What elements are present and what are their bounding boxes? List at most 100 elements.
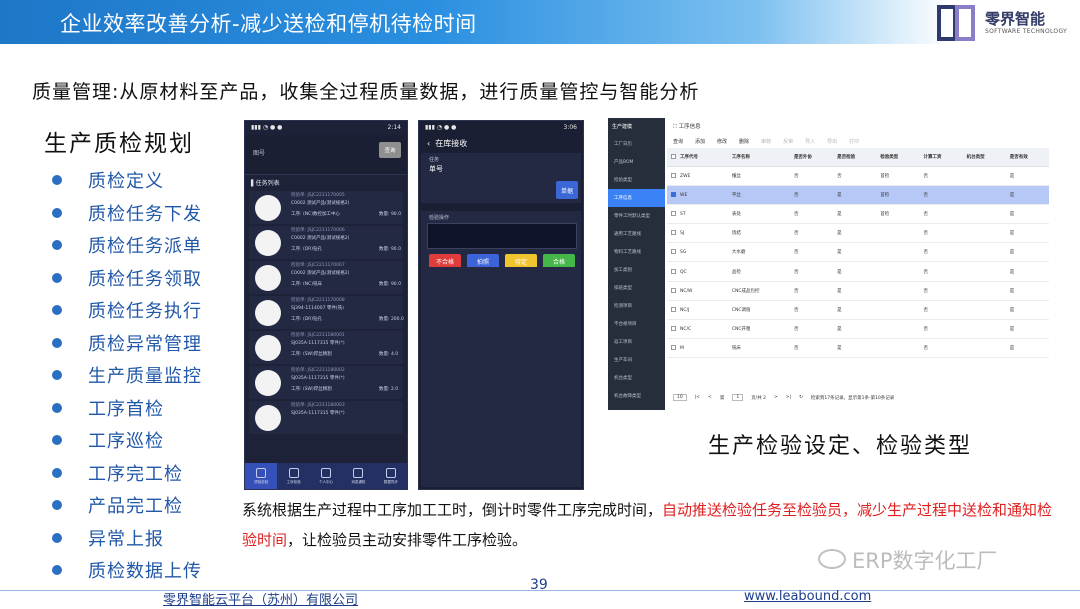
sidebar-item[interactable]: 机台故障类型 — [608, 387, 665, 405]
feature-item: 质检定义 — [52, 164, 202, 197]
table-cell — [876, 281, 920, 301]
table-row[interactable]: NC/C CNC开粗 否 是 否 是 — [667, 319, 1049, 340]
toolbar-button[interactable]: 添加 — [695, 138, 705, 145]
next-page-icon[interactable]: > — [774, 395, 778, 400]
table-cell: CNC开粗 — [727, 319, 790, 340]
table-row[interactable]: ST 表处 否 是 首检 否 是 — [667, 204, 1049, 225]
inspection-input[interactable] — [427, 223, 577, 249]
table-cell: 是 — [1005, 166, 1049, 186]
query-button[interactable]: 查询 — [379, 142, 401, 158]
row-checkbox[interactable] — [671, 230, 676, 236]
sidebar-item[interactable]: 检验类型 — [608, 171, 665, 189]
table-cell — [962, 185, 1006, 205]
select-all-checkbox[interactable] — [671, 153, 676, 159]
row-checkbox[interactable] — [671, 306, 676, 312]
inspection-panel: 检验操作 不合格 拍照 待定 合格 — [421, 211, 581, 271]
sidebar-item[interactable]: 产品BOM — [608, 153, 665, 171]
sidebar-item[interactable]: 排班类型 — [608, 279, 665, 297]
web-process-info-screenshot: 生产建模 工厂日历 产品BOM 检验类型 工序信息 零件工时默认类型 通用工艺路线 物料工艺… — [608, 118, 1049, 410]
sidebar-item[interactable]: 生产车间 — [608, 351, 665, 369]
toolbar-button[interactable]: 打印 — [849, 138, 859, 145]
back-chevron-icon[interactable]: ‹ — [427, 139, 430, 148]
cell-value: CNC调值 — [731, 307, 751, 313]
row-checkbox[interactable] — [671, 326, 676, 332]
feature-label: 质检任务下发 — [88, 203, 202, 225]
cell-value: 是 — [1009, 231, 1015, 237]
task-card[interactable]: 检验单: JSJC2211170008 SJ394-1114007 零件(铣) 工序… — [249, 296, 404, 329]
row-checkbox[interactable] — [671, 249, 676, 255]
table-row[interactable]: NC/J CNC调值 否 是 否 是 — [667, 300, 1049, 321]
table-row[interactable]: QC 品检 否 是 否 是 — [667, 261, 1049, 282]
footer-url[interactable]: www.leabound.com — [744, 589, 871, 604]
row-checkbox[interactable] — [671, 268, 676, 274]
toolbar-button[interactable]: 审核 — [761, 138, 771, 145]
task-card[interactable]: 检验单: JSJC2211180003 SJ035A-1117315 零件(*) — [249, 401, 403, 434]
page-size-select[interactable]: 10 — [673, 394, 687, 401]
table-row[interactable]: SG 大水磨 否 是 否 是 — [667, 242, 1049, 263]
footer-company[interactable]: 零界智能云平台（苏州）有限公司 — [163, 589, 358, 608]
prev-page-icon[interactable]: < — [708, 395, 712, 400]
toolbar-button[interactable]: 删除 — [739, 138, 749, 145]
table-row[interactable]: NC/W CNC成品包控 否 是 否 是 — [667, 281, 1049, 301]
sidebar-item[interactable]: 加工类别 — [608, 261, 665, 279]
feature-item: 质检异常管理 — [52, 327, 202, 360]
sidebar-item[interactable]: 工厂日历 — [608, 135, 665, 153]
task-card[interactable]: 检验单: JSJC2211180001 SJ035A-1117315 零件(*) 工… — [249, 331, 403, 364]
row-checkbox[interactable] — [671, 287, 676, 293]
cell-value: 是 — [837, 231, 842, 237]
table-row[interactable]: SJ 烧结 否 是 否 是 — [667, 223, 1049, 244]
row-checkbox[interactable] — [671, 172, 676, 178]
table-row[interactable]: WE 平丝 否 是 首检 否 是 — [667, 185, 1049, 205]
task-form: 任务 单号 单据 — [421, 153, 581, 203]
task-card[interactable]: 检验单: JSJC2211170007 C0002 测试产品(测试规格2) 工序: … — [249, 261, 403, 294]
feature-label: 质检任务派单 — [88, 236, 202, 258]
row-checkbox[interactable] — [671, 345, 676, 351]
cell-value: 是 — [1009, 307, 1015, 313]
tab-item[interactable]: 数据同步 — [375, 463, 407, 489]
order-no-field[interactable]: 单号 — [429, 164, 443, 174]
cell-value: 是 — [837, 250, 842, 256]
sidebar-item[interactable]: 零件工时默认类型 — [608, 207, 665, 225]
table-cell — [962, 166, 1006, 186]
toolbar-button[interactable]: 导出 — [827, 138, 837, 145]
table-cell: M — [667, 338, 728, 359]
first-page-icon[interactable]: |< — [695, 395, 700, 400]
sidebar-item[interactable]: 返工项目 — [608, 333, 665, 351]
table-cell: 是 — [833, 242, 877, 263]
tab-item[interactable]: 质检检验 — [245, 463, 278, 489]
cell-value: 平丝 — [731, 192, 741, 198]
table-cell — [876, 261, 920, 282]
task-card[interactable]: 检验单: JSJC2211180002 SJ035A-1117315 零件(*) 工… — [249, 366, 403, 399]
table-row[interactable]: ZWE 懂丝 否 否 首检 否 是 — [667, 166, 1049, 186]
toolbar-button[interactable]: 反审 — [783, 138, 793, 145]
sidebar-item[interactable]: 物料工艺路线 — [608, 243, 665, 261]
sidebar-item[interactable]: 机台类型 — [608, 369, 665, 387]
sidebar-item[interactable]: 检测项目 — [608, 297, 665, 315]
table-cell: 是 — [1005, 204, 1049, 225]
feature-label: 工序巡检 — [88, 431, 164, 453]
cell-value: 懂丝 — [731, 173, 741, 179]
feature-label: 质检任务领取 — [88, 268, 202, 290]
scan-button[interactable]: 单据 — [556, 181, 578, 199]
task-card[interactable]: 检验单: JSJC2211170006 C0002 测试产品(测试规格2) 工序: … — [249, 226, 403, 259]
row-checkbox[interactable] — [671, 191, 676, 197]
sidebar-item[interactable]: 通用工艺路线 — [608, 225, 665, 243]
refresh-icon[interactable]: ↻ — [799, 395, 803, 400]
table-row[interactable]: M 铣床 否 是 否 是 — [667, 338, 1049, 359]
task-part-name: C0002 测试产品(测试规格2) — [291, 271, 350, 276]
bullet-icon — [52, 532, 62, 543]
tab-item[interactable]: 个人中心 — [310, 463, 342, 489]
toolbar-button[interactable]: 导入 — [805, 138, 815, 145]
tab-item[interactable]: 消息通知 — [342, 463, 374, 489]
task-card[interactable]: 检验单: JSJC2211170005 C0002 测试产品(测试规格2) 工序: … — [249, 191, 403, 224]
sidebar-item[interactable]: 工序信息 — [608, 189, 665, 207]
task-part-name: SJ035A-1117315 零件(*) — [291, 411, 345, 416]
table-cell — [962, 204, 1006, 225]
sidebar-item[interactable]: 不合格项目 — [608, 315, 665, 333]
tab-item[interactable]: 工序检验 — [277, 463, 309, 489]
page-input[interactable]: 1 — [732, 394, 744, 401]
last-page-icon[interactable]: >| — [786, 395, 791, 400]
toolbar-button[interactable]: 查询 — [673, 138, 683, 145]
row-checkbox[interactable] — [671, 210, 676, 216]
toolbar-button[interactable]: 修改 — [717, 138, 727, 145]
